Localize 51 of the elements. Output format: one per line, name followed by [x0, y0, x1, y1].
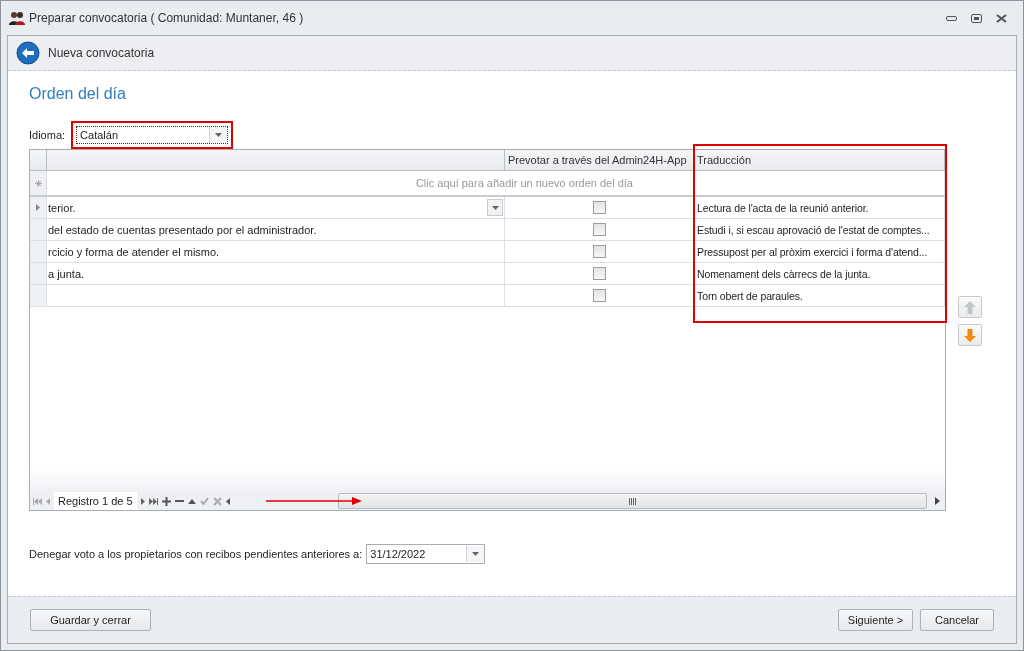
checkbox[interactable] [592, 223, 606, 236]
table-cell: Torn obert de paraules. [694, 285, 945, 306]
table-cell: rcicio y forma de atender el mismo. [48, 245, 220, 258]
last-record-icon[interactable] [148, 497, 158, 505]
cell-dropdown-button[interactable] [487, 199, 503, 216]
move-down-button[interactable] [958, 324, 982, 346]
page-title: Nueva convocatoria [48, 46, 155, 60]
table-cell: a junta. [48, 267, 85, 280]
horizontal-scrollbar[interactable] [337, 493, 927, 509]
previous-record-icon[interactable] [46, 497, 50, 505]
deny-vote-label: Denegar voto a los propietarios con recibos pendientes anteriores a: [29, 548, 363, 560]
checkbox[interactable] [592, 245, 606, 258]
language-label: Idioma: [29, 129, 66, 141]
row-indicator[interactable] [30, 197, 47, 218]
next-button[interactable]: Siguiente > [838, 609, 913, 631]
table-cell: Pressupost per al pròxim exercici i forma d'atend... [694, 241, 945, 262]
check-icon[interactable] [199, 497, 209, 505]
window-title: Preparar convocatoria ( Comunidad: Muntaner, 46 ) [29, 11, 304, 25]
maximize-icon[interactable] [971, 13, 982, 23]
first-record-icon[interactable] [33, 497, 42, 505]
column-header[interactable]: Traducción [694, 150, 945, 170]
table-cell: terior. [48, 201, 76, 214]
section-title: Orden del día [29, 85, 127, 103]
close-icon[interactable] [996, 13, 1007, 23]
cancel-button[interactable]: Cancelar [920, 609, 994, 631]
checkbox[interactable] [592, 289, 606, 302]
table-cell: Estudi i, si escau aprovació de l'estat de comptes... [694, 219, 945, 240]
column-header[interactable]: Prevotar a través del Admin24H-App [505, 150, 694, 170]
move-up-icon[interactable] [187, 498, 196, 504]
people-icon [9, 11, 25, 25]
add-icon[interactable] [161, 496, 171, 506]
date-field[interactable]: 31/12/2022 [366, 544, 486, 564]
checkbox[interactable] [592, 201, 606, 214]
save-and-close-button[interactable]: Guardar y cerrar [30, 609, 151, 631]
caret-icon [215, 133, 223, 137]
table-cell: del estado de cuentas presentado por el administrador. [48, 223, 317, 236]
next-record-icon[interactable] [140, 497, 145, 505]
scroll-left-icon[interactable] [225, 497, 230, 505]
grip-icon [628, 497, 636, 505]
down-arrow-icon [964, 328, 976, 342]
up-arrow-icon [964, 300, 976, 314]
table-cell: Nomenament dels càrrecs de la junta. [694, 263, 945, 284]
checkbox[interactable] [592, 267, 606, 280]
record-counter: Registro 1 de 5 [54, 492, 137, 510]
caret-icon [491, 205, 499, 210]
caret-icon [472, 552, 480, 556]
scroll-right-icon[interactable] [935, 497, 940, 505]
table-cell: Lectura de l'acta de la reunió anterior. [694, 197, 945, 218]
move-up-button[interactable] [958, 296, 982, 318]
minimize-icon[interactable] [946, 15, 957, 21]
asterisk-icon [34, 179, 42, 187]
